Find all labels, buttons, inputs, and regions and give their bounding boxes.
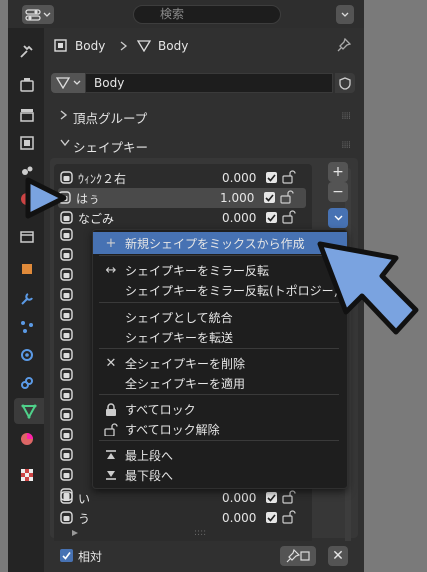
pointer-arrow-left: [25, 177, 67, 219]
annotation-overlay: [25, 177, 419, 335]
pointer-arrow-big: [317, 241, 419, 335]
